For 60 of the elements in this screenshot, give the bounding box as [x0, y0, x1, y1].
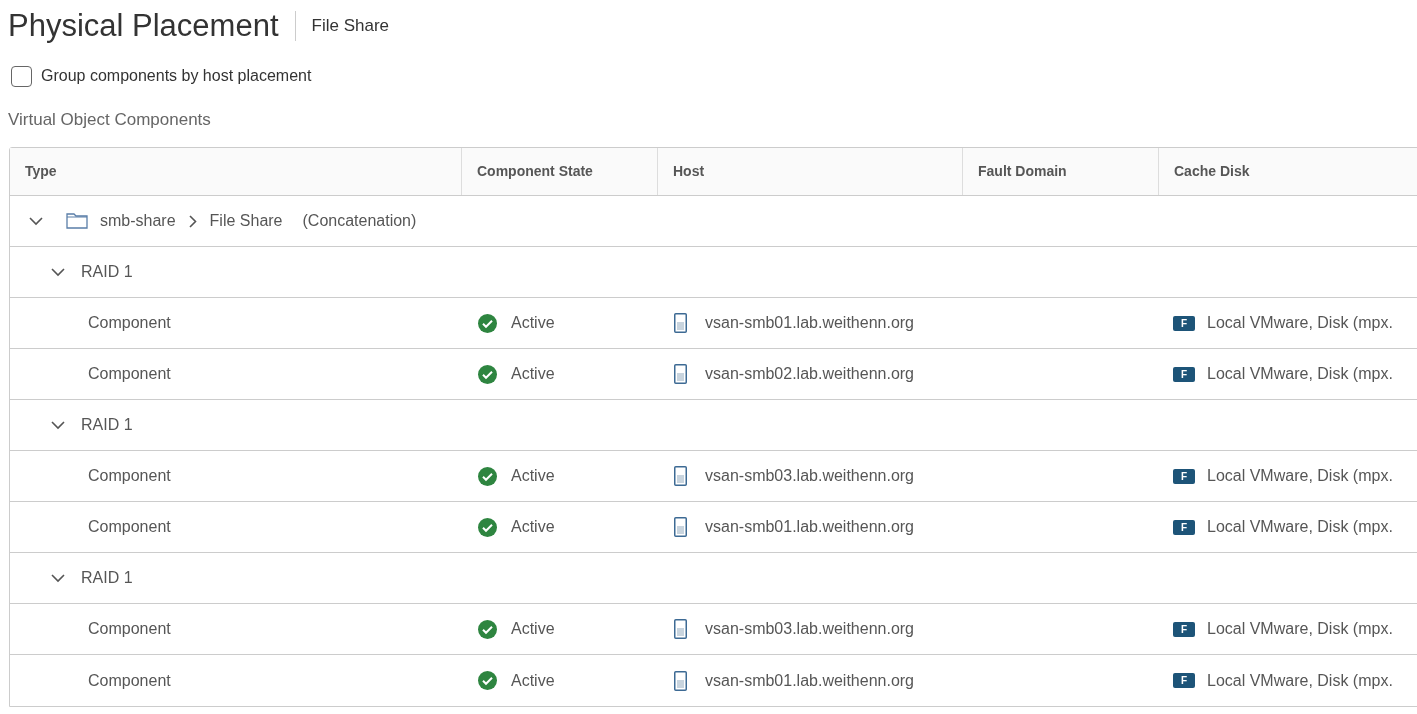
component-type: Component [88, 467, 171, 484]
server-icon [674, 619, 687, 639]
check-circle-icon [478, 313, 497, 333]
cache-disk-name: Local VMware, Disk (mpx. [1207, 466, 1393, 486]
checkbox[interactable] [11, 65, 32, 87]
component-state: Active [511, 364, 555, 384]
breadcrumb-chevron-icon [188, 214, 197, 228]
object-path: File Share [209, 211, 283, 231]
page-title: Physical Placement [8, 6, 279, 45]
component-type: Component [88, 365, 171, 382]
raid-label: RAID 1 [81, 568, 133, 588]
host-name: vsan-smb03.lab.weithenn.org [705, 466, 914, 486]
host-name: vsan-smb01.lab.weithenn.org [705, 670, 914, 691]
column-header[interactable]: Component State [477, 161, 593, 182]
cache-disk-name: Local VMware, Disk (mpx. [1207, 364, 1393, 384]
flash-disk-badge: F [1173, 673, 1195, 688]
column-header[interactable]: Cache Disk [1174, 161, 1250, 182]
cache-disk-name: Local VMware, Disk (mpx. [1207, 670, 1393, 691]
page-subtitle: File Share [311, 15, 389, 38]
host-name: vsan-smb03.lab.weithenn.org [705, 619, 914, 639]
host-name: vsan-smb01.lab.weithenn.org [705, 313, 914, 333]
object-layout: (Concatenation) [302, 211, 417, 231]
raid-label: RAID 1 [81, 415, 133, 435]
flash-disk-badge: F [1173, 468, 1195, 484]
component-type: Component [88, 671, 171, 689]
section-title: Virtual Object Components [8, 109, 211, 132]
component-state: Active [511, 517, 555, 537]
flash-disk-badge: F [1173, 621, 1195, 637]
server-icon [674, 313, 687, 333]
server-icon [674, 670, 687, 691]
cache-disk-name: Local VMware, Disk (mpx. [1207, 619, 1393, 639]
column-header[interactable]: Type [25, 161, 57, 182]
flash-disk-badge: F [1173, 315, 1195, 331]
component-type: Component [88, 620, 171, 637]
check-circle-icon [478, 671, 497, 690]
raid-label: RAID 1 [81, 262, 133, 282]
component-type: Component [88, 314, 171, 331]
component-state: Active [511, 313, 555, 333]
folder-icon [66, 213, 88, 229]
server-icon [674, 364, 687, 384]
column-header[interactable]: Host [673, 161, 705, 182]
check-circle-icon [478, 619, 497, 639]
component-state: Active [511, 670, 555, 691]
object-name: smb-share [100, 211, 176, 231]
component-type: Component [88, 518, 171, 535]
server-icon [674, 466, 687, 486]
checkbox-label: Group components by host placement [41, 66, 312, 86]
server-icon [674, 517, 687, 537]
host-name: vsan-smb02.lab.weithenn.org [705, 364, 914, 384]
check-circle-icon [478, 466, 497, 486]
cache-disk-name: Local VMware, Disk (mpx. [1207, 517, 1393, 537]
flash-disk-badge: F [1173, 366, 1195, 382]
host-name: vsan-smb01.lab.weithenn.org [705, 517, 914, 537]
column-header[interactable]: Fault Domain [978, 161, 1067, 182]
component-state: Active [511, 466, 555, 486]
check-circle-icon [478, 364, 497, 384]
check-circle-icon [478, 517, 497, 537]
component-state: Active [511, 619, 555, 639]
cache-disk-name: Local VMware, Disk (mpx. [1207, 313, 1393, 333]
flash-disk-badge: F [1173, 519, 1195, 535]
